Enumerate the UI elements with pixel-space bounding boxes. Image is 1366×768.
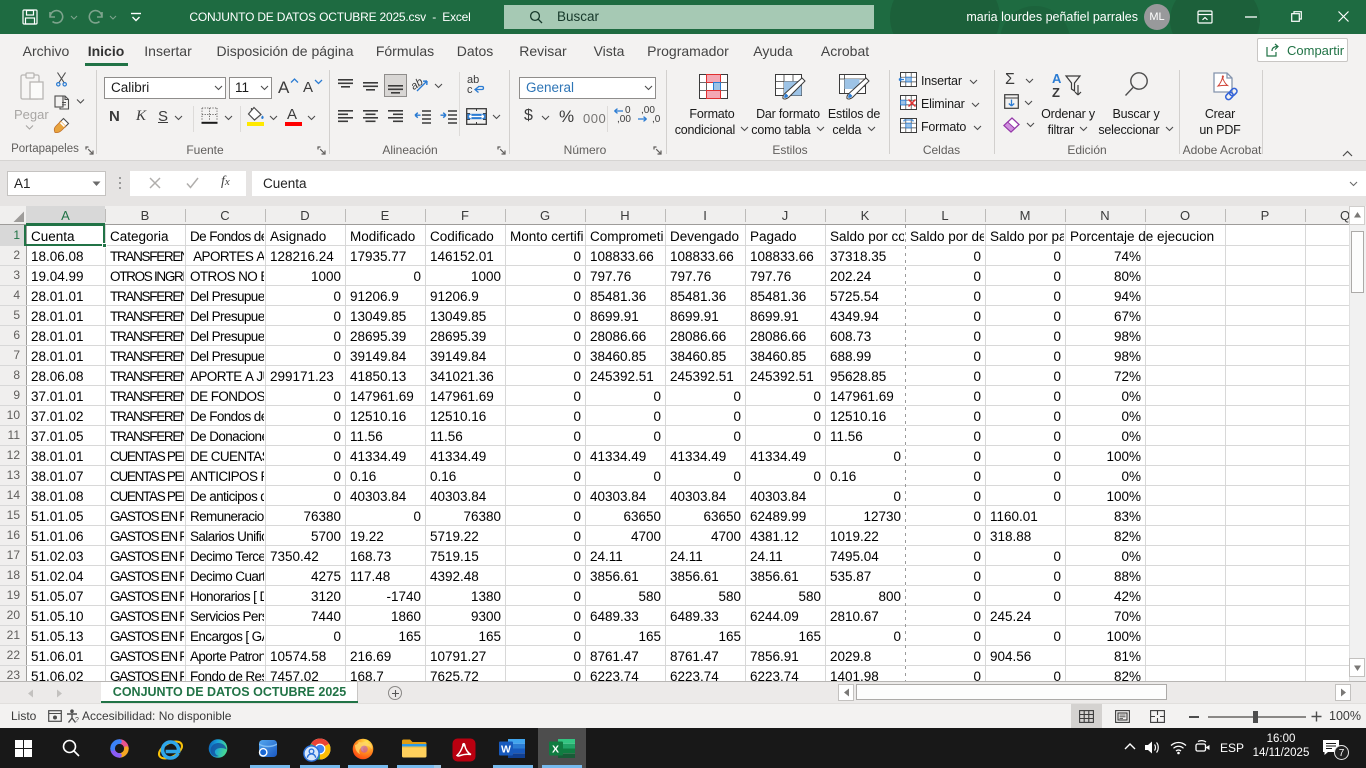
svg-text:Z: Z <box>1052 85 1060 100</box>
svg-text:?: ? <box>75 717 79 724</box>
svg-text:A: A <box>1052 71 1062 86</box>
svg-text:c: c <box>467 84 473 96</box>
svg-text:W: W <box>501 744 511 756</box>
svg-text:X: X <box>552 744 559 756</box>
